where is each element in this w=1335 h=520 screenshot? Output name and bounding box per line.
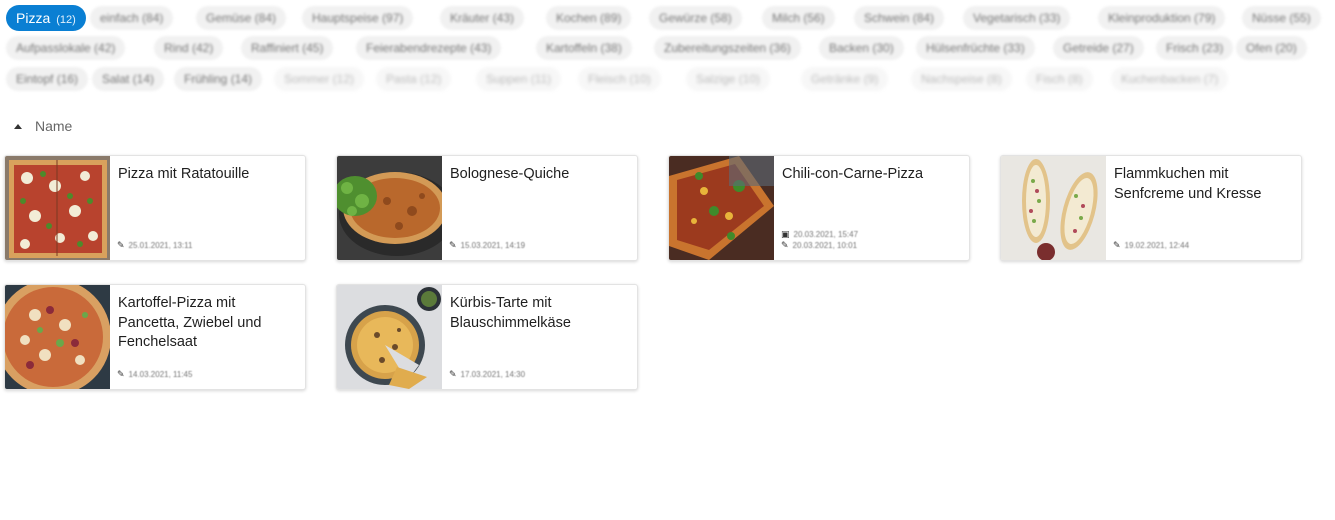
- tag-item-faint[interactable]: Sommer (12): [274, 67, 365, 91]
- recipe-meta: ✎ 25.01.2021, 13:11: [117, 240, 192, 251]
- pencil-icon: ✎: [449, 369, 457, 379]
- tag-item[interactable]: Kleinproduktion (79): [1098, 6, 1226, 30]
- recipe-meta: ✎ 19.02.2021, 12:44: [1113, 240, 1189, 251]
- tag-item[interactable]: einfach (84): [90, 6, 174, 30]
- modified-date: 15.03.2021, 14:19: [460, 241, 526, 250]
- modified-date: 20.03.2021, 10:01: [792, 241, 858, 250]
- tag-item-faint[interactable]: Getränke (9): [801, 67, 889, 91]
- calendar-icon: ▣: [781, 229, 790, 239]
- modified-date: 19.02.2021, 12:44: [1124, 241, 1190, 250]
- sort-header[interactable]: Name: [14, 118, 72, 134]
- tag-item[interactable]: Nüsse (55): [1242, 6, 1321, 30]
- recipe-meta: ▣ 20.03.2021, 15:47 ✎ 20.03.2021, 10:01: [781, 229, 858, 251]
- recipe-image: [669, 156, 774, 260]
- recipe-card[interactable]: Kürbis-Tarte mit Blauschimmelkäse ✎ 17.03…: [336, 284, 638, 390]
- tag-item-faint[interactable]: Fisch (8): [1026, 67, 1093, 91]
- tag-item[interactable]: Ofen (20): [1236, 36, 1307, 60]
- tag-item[interactable]: Raffiniert (45): [241, 36, 334, 60]
- tag-item[interactable]: Zubereitungszeiten (36): [654, 36, 801, 60]
- tag-item[interactable]: Vegetarisch (33): [963, 6, 1071, 30]
- tag-item[interactable]: Rind (42): [154, 36, 224, 60]
- tag-item[interactable]: Hülsenfrüchte (33): [916, 36, 1035, 60]
- modified-date: 17.03.2021, 14:30: [460, 370, 526, 379]
- pencil-icon: ✎: [1113, 240, 1121, 250]
- tag-item-faint[interactable]: Kuchenbacken (7): [1111, 67, 1229, 91]
- tag-item[interactable]: Eintopf (16): [6, 67, 89, 91]
- pencil-icon: ✎: [117, 369, 125, 379]
- tag-item[interactable]: Salat (14): [92, 67, 165, 91]
- recipe-title: Flammkuchen mit Senfcreme und Kresse: [1114, 166, 1262, 202]
- tag-item-faint[interactable]: Nachspeise (8): [911, 67, 1012, 91]
- tag-item[interactable]: Hauptspeise (97): [302, 6, 414, 30]
- recipe-image: [337, 156, 442, 260]
- tag-item[interactable]: Milch (56): [762, 6, 835, 30]
- pencil-icon: ✎: [781, 240, 789, 250]
- recipe-card[interactable]: Flammkuchen mit Senfcreme und Kresse ✎ 19…: [1000, 155, 1302, 261]
- recipe-title: Bolognese-Quiche: [450, 166, 570, 182]
- tag-count: (12): [56, 14, 76, 26]
- tag-item[interactable]: Gewürze (58): [649, 6, 742, 30]
- recipe-card[interactable]: Pizza mit Ratatouille ✎ 25.01.2021, 13:11: [4, 155, 306, 261]
- tag-item[interactable]: Frisch (23): [1156, 36, 1234, 60]
- tag-item-faint[interactable]: Fleisch (10): [578, 67, 661, 91]
- recipe-title: Chili-con-Carne-Pizza: [782, 166, 924, 182]
- recipe-meta: ✎ 17.03.2021, 14:30: [449, 369, 525, 380]
- created-date: 20.03.2021, 15:47: [793, 230, 859, 239]
- tag-item[interactable]: Feierabendrezepte (43): [356, 36, 502, 60]
- sort-label: Name: [35, 118, 73, 134]
- recipe-image: [1001, 156, 1106, 260]
- tag-item[interactable]: Aufpasslokale (42): [6, 36, 126, 60]
- tag-item[interactable]: Kartoffeln (38): [536, 36, 632, 60]
- tag-item[interactable]: Frühling (14): [174, 67, 263, 91]
- recipe-meta: ✎ 14.03.2021, 11:45: [117, 369, 192, 380]
- tag-item[interactable]: Kochen (89): [546, 6, 632, 30]
- tag-item[interactable]: Backen (30): [819, 36, 904, 60]
- recipe-card[interactable]: Kartoffel-Pizza mit Pancetta, Zwiebel un…: [4, 284, 306, 390]
- sort-ascending-icon: [14, 123, 22, 129]
- modified-date: 25.01.2021, 13:11: [128, 241, 193, 250]
- recipe-image: [5, 156, 110, 260]
- recipe-card[interactable]: Chili-con-Carne-Pizza ▣ 20.03.2021, 15:47…: [668, 155, 970, 261]
- pencil-icon: ✎: [117, 240, 125, 250]
- recipe-title: Kürbis-Tarte mit Blauschimmelkäse: [450, 295, 571, 331]
- pencil-icon: ✎: [449, 240, 457, 250]
- recipe-meta: ✎ 15.03.2021, 14:19: [449, 240, 525, 251]
- tag-item-faint[interactable]: Pasta (12): [376, 67, 452, 91]
- tag-item[interactable]: Kräuter (43): [440, 6, 525, 30]
- modified-date: 14.03.2021, 11:45: [128, 370, 193, 379]
- recipe-card[interactable]: Bolognese-Quiche ✎ 15.03.2021, 14:19: [336, 155, 638, 261]
- tag-item-faint[interactable]: Salzige (10): [686, 67, 771, 91]
- recipe-title: Pizza mit Ratatouille: [118, 166, 250, 182]
- recipe-image: [337, 285, 442, 389]
- tag-item[interactable]: Gemüse (84): [196, 6, 287, 30]
- recipe-image: [5, 285, 110, 389]
- recipe-title: Kartoffel-Pizza mit Pancetta, Zwiebel un…: [118, 295, 262, 350]
- tag-item-faint[interactable]: Suppen (11): [476, 67, 562, 91]
- tag-pizza[interactable]: Pizza (12): [6, 5, 86, 31]
- tag-label: Pizza: [16, 10, 51, 26]
- tag-item[interactable]: Getreide (27): [1053, 36, 1144, 60]
- tag-item[interactable]: Schwein (84): [854, 6, 945, 30]
